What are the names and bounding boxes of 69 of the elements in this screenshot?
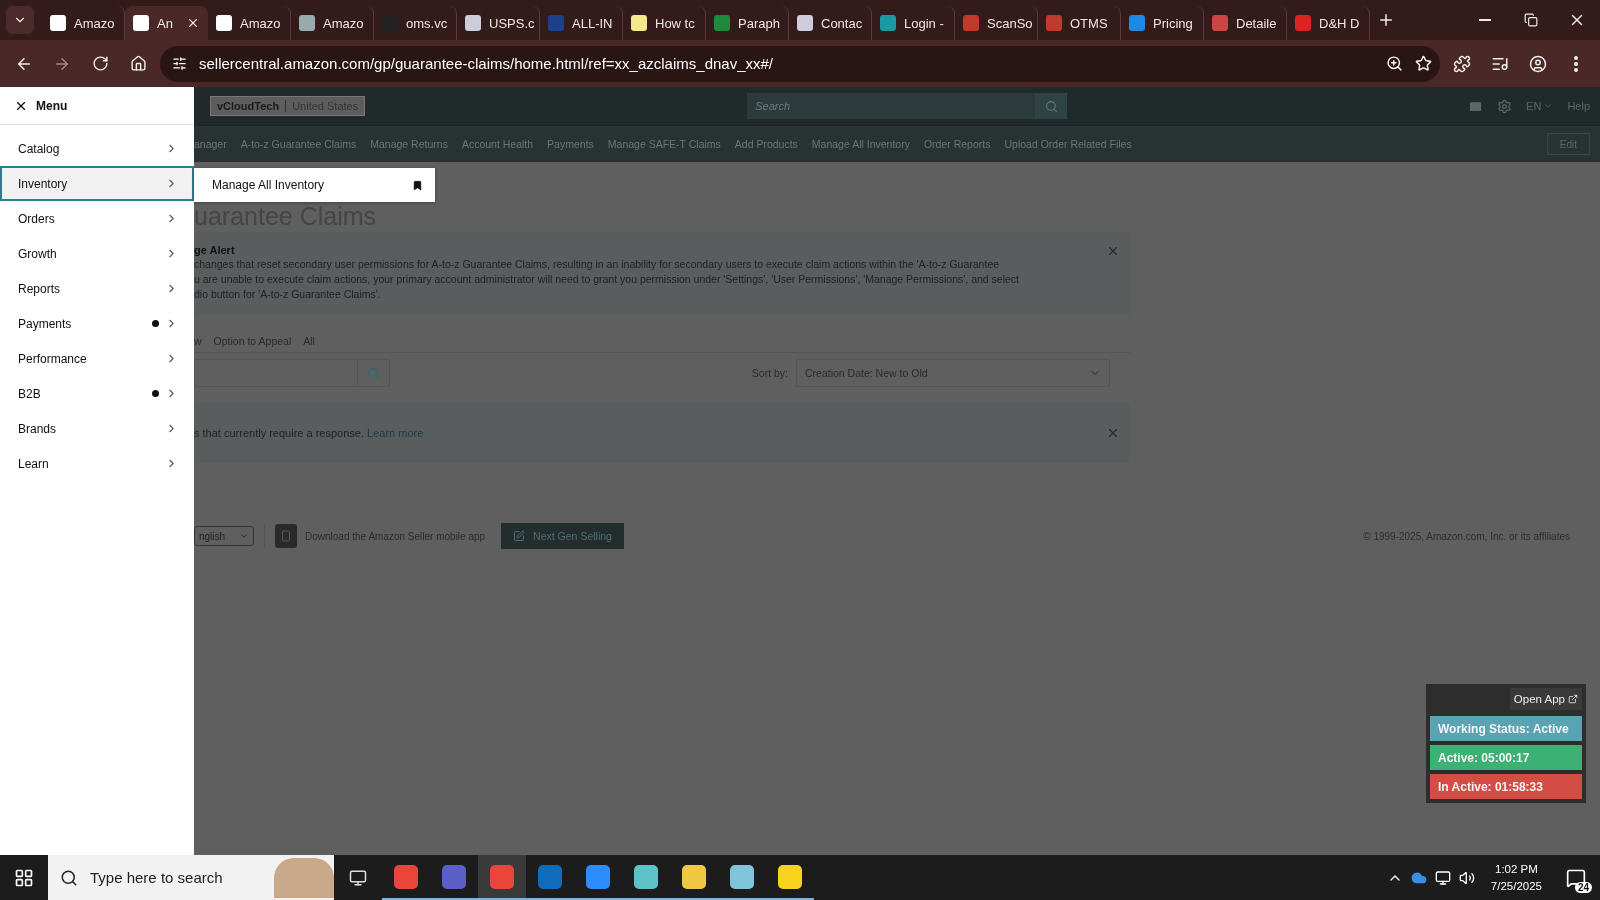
favicon-icon [714,15,730,31]
plus-icon [1377,11,1395,29]
address-bar[interactable]: sellercentral.amazon.com/gp/guarantee-claims/home.html/ref=xx_azclaims_dnav_xx#/ [160,45,1440,82]
search-icon [1044,99,1058,113]
search-button[interactable] [1035,93,1068,119]
task-view-icon [349,868,367,887]
reload-icon [91,55,109,72]
favicon-icon [133,15,149,31]
open-app-button[interactable]: Open App [1509,688,1582,710]
close-icon[interactable] [186,16,200,30]
volume-icon[interactable] [1458,869,1475,886]
favicon-icon [963,15,979,31]
network-icon[interactable] [1434,869,1451,886]
user-icon [1529,54,1547,73]
bookmark-icon[interactable] [412,179,423,191]
favicon-icon [1046,15,1062,31]
phone-icon [275,524,297,548]
favicon-icon [797,15,813,31]
favicon-icon [216,15,232,31]
minimize-icon [1479,19,1491,21]
favicon-icon [548,15,564,31]
puzzle-icon [1453,54,1471,73]
search-field[interactable]: Search [747,93,1036,119]
app-icon [682,864,706,889]
more-icon [1574,55,1578,72]
favicon-icon [631,15,647,31]
illustration-placeholder [274,857,334,898]
settings-icon[interactable] [1497,98,1513,114]
status-bar: In Active: 01:58:33 [1430,774,1582,799]
app-icon [538,864,562,889]
app-icon [586,864,610,889]
search-icon [60,868,78,887]
app-icon [442,864,466,889]
app-icon [730,864,754,889]
caret-icon [1543,101,1554,111]
alert-title: ge Alert [194,244,236,256]
favicon-icon [1129,15,1145,31]
favicon-icon [465,15,481,31]
favicon-icon [50,15,66,31]
bookmark-star-icon[interactable] [1415,55,1432,72]
clock[interactable]: 1:02 PM 7/25/2025 [1482,860,1550,895]
submenu-item[interactable]: Manage All Inventory [194,168,435,202]
favicon-icon [299,15,315,31]
taskbar-search-field[interactable]: Type here to search [48,855,334,900]
app-icon [778,864,802,889]
app-icon [634,864,658,889]
tab-list-button[interactable] [6,6,34,34]
app-icon [490,864,514,889]
taskbar-app-button[interactable] [478,855,526,900]
status-bar: Active: 05:00:17 [1430,745,1582,770]
favicon-icon [880,15,896,31]
search-field[interactable] [194,359,358,387]
notification-count: 24 [1574,881,1592,893]
restore-icon [1524,13,1538,27]
home-icon [129,55,147,72]
app-icon [394,864,418,889]
zoom-icon[interactable] [1386,55,1403,72]
caret-icon [239,531,249,541]
menu-title: Menu [36,98,68,113]
windows-logo-icon [14,867,34,888]
favicon-icon [1295,15,1311,31]
browser-tab[interactable]: An [125,6,208,40]
search-icon [367,366,380,380]
site-settings-icon[interactable] [172,56,187,71]
alert-text: dio button for 'A-to-z Guarantee Claims'. [194,287,382,301]
favicon-icon [1212,15,1228,31]
menu-item[interactable]: Inventory [0,166,194,201]
status-bar: Working Status: Active [1430,716,1582,741]
notifications-button[interactable]: 24 [1558,859,1594,896]
